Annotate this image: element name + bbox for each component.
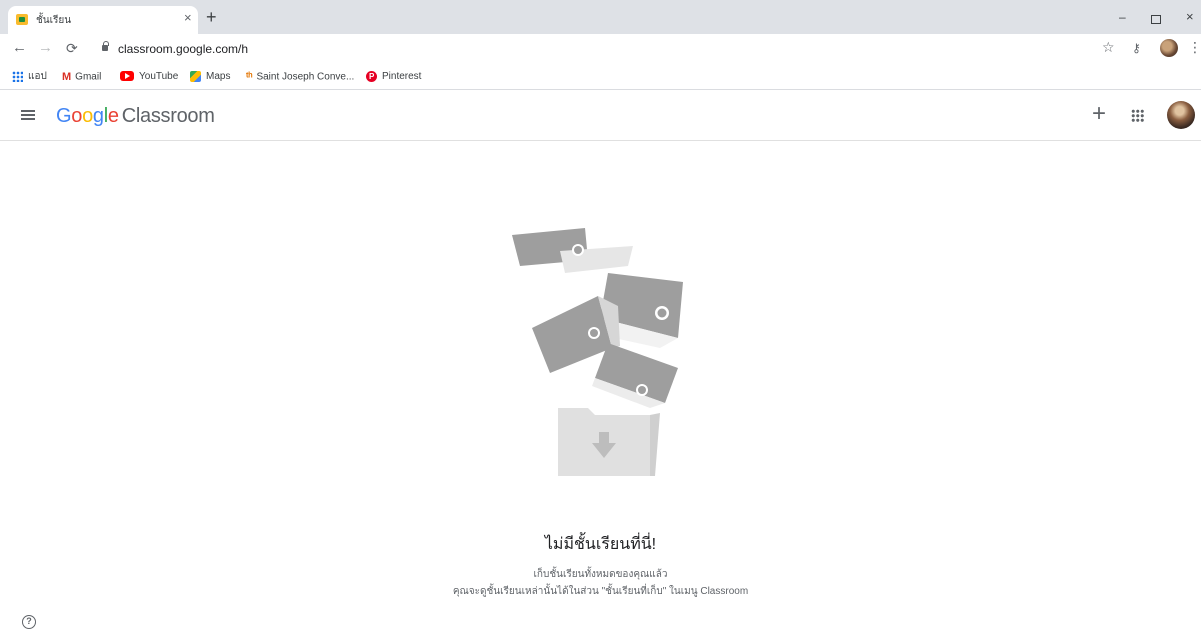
address-bar[interactable]: classroom.google.com/h [92, 37, 1100, 61]
browser-toolbar: ← → ⟳ classroom.google.com/h ☆ ⚷ ⋮ [0, 34, 1201, 64]
help-icon[interactable]: ? [22, 615, 36, 629]
lock-icon[interactable] [102, 41, 109, 51]
empty-state-description-1: เก็บชั้นเรียนทั้งหมดของคุณแล้ว [533, 569, 668, 580]
browser-menu-icon[interactable]: ⋮ [1188, 38, 1201, 56]
browser-tab-strip: ชั้นเรียน × + – × [0, 0, 1201, 34]
close-window-button[interactable]: × [1186, 10, 1194, 24]
bookmark-gmail[interactable]: M Gmail [62, 70, 101, 84]
minimize-window-button[interactable]: – [1119, 10, 1126, 24]
class-card-shape-1 [512, 228, 633, 273]
bookmark-star-icon[interactable]: ☆ [1102, 39, 1115, 55]
school-icon: ᵗʰ [246, 71, 253, 83]
logo-google-word: Google [56, 105, 119, 127]
classroom-header: Google Classroom + [0, 91, 1201, 141]
main-menu-icon[interactable] [21, 110, 35, 120]
account-avatar[interactable] [1167, 101, 1195, 129]
youtube-icon [120, 71, 134, 82]
url-text[interactable]: classroom.google.com/h [118, 42, 248, 56]
back-arrow-icon[interactable]: ← [12, 39, 27, 57]
logo-product-name: Classroom [121, 105, 215, 127]
bookmark-saint-joseph[interactable]: ᵗʰ Saint Joseph Conve... [246, 70, 354, 84]
password-key-icon[interactable]: ⚷ [1132, 40, 1141, 56]
maps-icon [190, 70, 201, 82]
new-tab-button[interactable]: + [206, 8, 217, 26]
pinterest-icon [366, 70, 377, 84]
add-class-button[interactable]: + [1092, 100, 1106, 128]
empty-state-title: ไม่มีชั้นเรียนที่นี่! [544, 536, 657, 553]
forward-arrow-icon[interactable]: → [38, 39, 53, 57]
bookmarks-bar: แอป M Gmail YouTube Maps ᵗʰ Saint Joseph C… [0, 64, 1201, 90]
gmail-icon: M [62, 71, 72, 83]
apps-grid-icon [12, 70, 23, 82]
empty-state-description-2: คุณจะดูชั้นเรียนเหล่านั้นได้ในส่วน "ชั้น… [452, 586, 749, 597]
empty-classes-illustration [512, 228, 683, 476]
classroom-favicon-icon [16, 14, 28, 25]
bookmark-apps[interactable]: แอป [12, 70, 47, 84]
reload-icon[interactable]: ⟳ [66, 39, 78, 57]
browser-profile-avatar[interactable] [1160, 39, 1178, 57]
class-card-shape-4 [592, 343, 678, 408]
google-apps-icon[interactable] [1131, 109, 1144, 122]
browser-tab-active[interactable]: ชั้นเรียน × [8, 6, 198, 34]
tab-title: ชั้นเรียน [36, 15, 72, 26]
archive-folder-icon [558, 408, 660, 476]
tab-close-icon[interactable]: × [184, 11, 192, 25]
bookmark-maps[interactable]: Maps [190, 70, 230, 84]
google-classroom-logo[interactable]: Google Classroom [56, 105, 215, 128]
bookmark-youtube[interactable]: YouTube [120, 70, 178, 84]
maximize-window-button[interactable] [1151, 15, 1161, 24]
bookmark-pinterest[interactable]: Pinterest [366, 70, 421, 84]
